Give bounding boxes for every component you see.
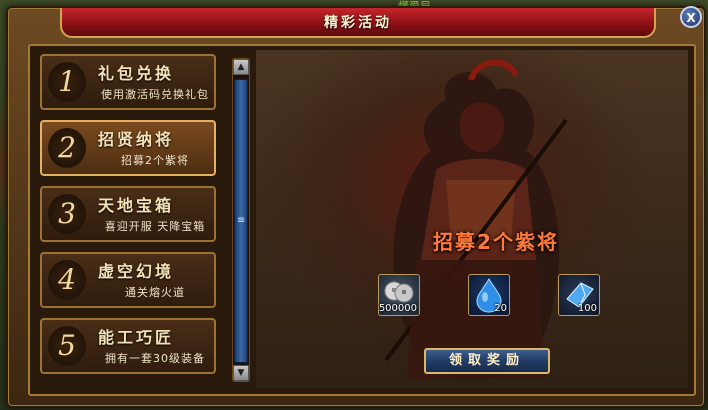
close-icon[interactable]: X xyxy=(680,6,702,28)
activity-item-4[interactable]: 4 虚空幻境 通关熔火道 xyxy=(40,252,216,308)
activity-number: 1 xyxy=(48,62,86,102)
activity-desc: 使用激活码兑换礼包 xyxy=(101,88,209,101)
scroll-down-icon[interactable]: ▼ xyxy=(233,365,249,381)
blue-drop-icon[interactable]: 20 xyxy=(468,274,510,316)
activity-item-5[interactable]: 5 能工巧匠 拥有一套30级装备 xyxy=(40,318,216,374)
window-content: 1 礼包兑换 使用激活码兑换礼包 2 招贤纳将 招募2个紫将 3 天地宝箱 喜迎… xyxy=(28,44,696,396)
activity-title: 招贤纳将 xyxy=(98,130,175,149)
activity-desc: 招募2个紫将 xyxy=(121,154,189,167)
scroll-up-icon[interactable]: ▲ xyxy=(233,59,249,75)
activity-item-2[interactable]: 2 招贤纳将 招募2个紫将 xyxy=(40,120,216,176)
activity-number: 2 xyxy=(48,128,86,168)
grip-icon: ≡ xyxy=(237,215,246,226)
activity-desc: 喜迎开服 天降宝箱 xyxy=(104,220,206,233)
activity-title: 虚空幻境 xyxy=(98,262,175,281)
claim-reward-button[interactable]: 领取奖励 xyxy=(424,348,550,374)
activity-list: 1 礼包兑换 使用激活码兑换礼包 2 招贤纳将 招募2个紫将 3 天地宝箱 喜迎… xyxy=(40,54,218,384)
activity-detail-panel: 招募2个紫将 500000 20 100 领取奖励 xyxy=(256,50,688,388)
reward-count: 100 xyxy=(577,303,597,314)
activity-title: 礼包兑换 xyxy=(98,64,175,83)
reward-heading: 招募2个紫将 xyxy=(433,230,559,254)
window-title: 精彩活动 xyxy=(324,15,392,31)
activity-desc: 拥有一套30级装备 xyxy=(105,352,205,365)
coins-icon[interactable]: 500000 xyxy=(378,274,420,316)
general-portrait xyxy=(384,60,568,380)
scroll-thumb[interactable]: ≡ xyxy=(234,79,248,363)
activity-desc: 通关熔火道 xyxy=(125,286,185,299)
activity-number: 3 xyxy=(48,194,86,234)
window-titlebar: 精彩活动 xyxy=(60,8,656,38)
activity-item-3[interactable]: 3 天地宝箱 喜迎开服 天降宝箱 xyxy=(40,186,216,242)
reward-count: 500000 xyxy=(378,303,417,314)
activity-window: 精彩活动 1 礼包兑换 使用激活码兑换礼包 2 招贤纳将 招募2个紫将 3 天地… xyxy=(6,6,706,408)
activity-title: 能工巧匠 xyxy=(98,328,175,347)
reward-count: 20 xyxy=(494,303,507,314)
activity-number: 5 xyxy=(48,326,86,366)
crystal-icon[interactable]: 100 xyxy=(558,274,600,316)
activity-title: 天地宝箱 xyxy=(98,196,175,215)
activity-list-scrollbar[interactable]: ▲ ≡ ▼ xyxy=(232,58,250,382)
activity-item-1[interactable]: 1 礼包兑换 使用激活码兑换礼包 xyxy=(40,54,216,110)
activity-number: 4 xyxy=(48,260,86,300)
